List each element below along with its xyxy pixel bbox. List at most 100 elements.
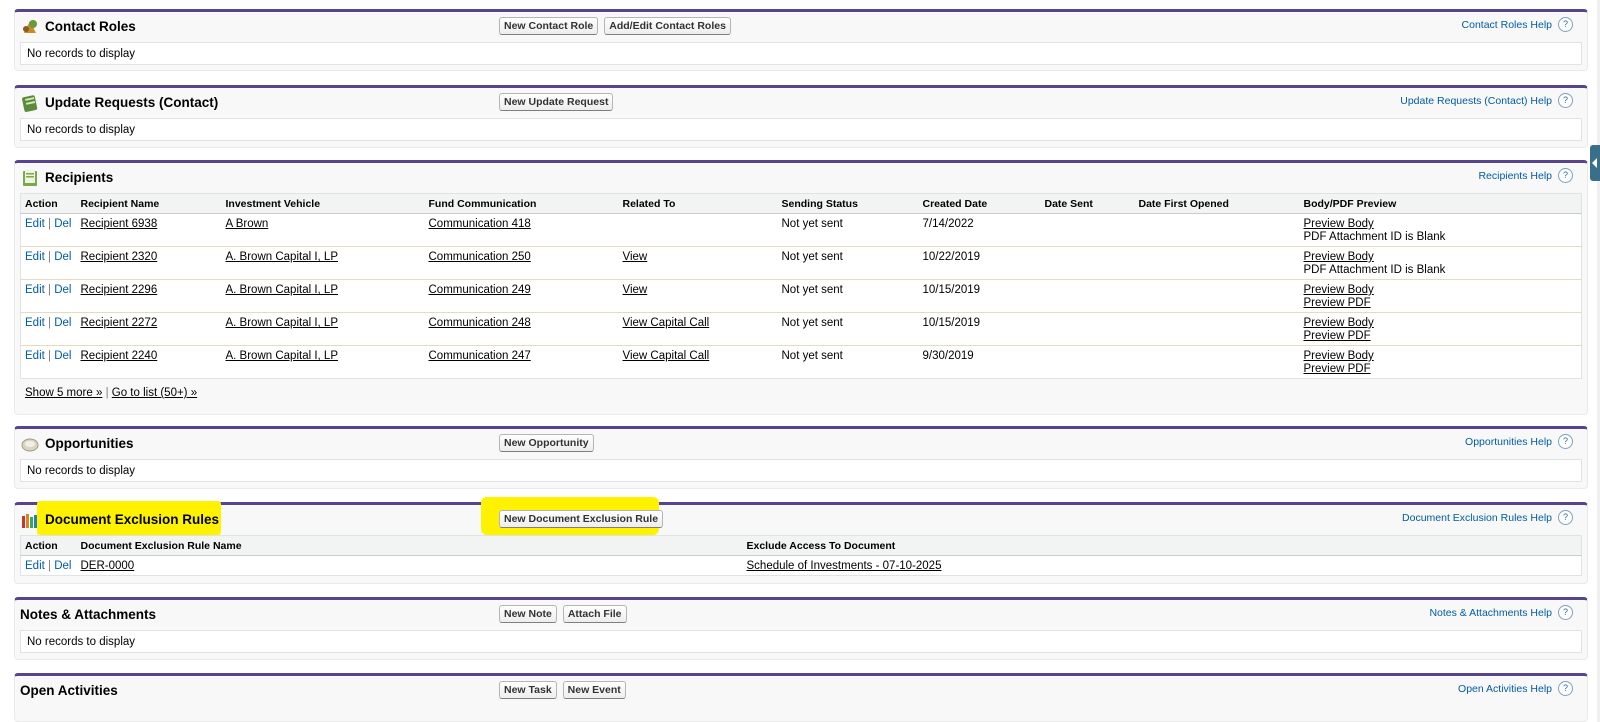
preview-cell: Preview Body Preview PDF bbox=[1300, 346, 1582, 379]
date-first-opened bbox=[1134, 213, 1300, 247]
column-header[interactable]: Body/PDF Preview bbox=[1299, 193, 1582, 214]
new-opportunity-button[interactable]: New Opportunity bbox=[499, 434, 594, 452]
go-to-list-link[interactable]: Go to list (50+) » bbox=[112, 387, 197, 399]
table-row: Edit | Del DER-0000 Schedule of Investme… bbox=[21, 556, 1582, 576]
del-link[interactable]: Del bbox=[54, 560, 71, 572]
open-activities-help-link[interactable]: Open Activities Help bbox=[1458, 683, 1552, 695]
help-icon[interactable]: ? bbox=[1558, 605, 1573, 620]
action-cell: Edit | Del bbox=[20, 213, 77, 247]
update-requests-help-link[interactable]: Update Requests (Contact) Help bbox=[1400, 95, 1552, 107]
preview-body-link[interactable]: Preview Body bbox=[1304, 317, 1374, 329]
help-icon[interactable]: ? bbox=[1558, 681, 1573, 696]
new-contact-role-button[interactable]: New Contact Role bbox=[499, 17, 599, 35]
del-link[interactable]: Del bbox=[54, 284, 71, 296]
del-link[interactable]: Del bbox=[54, 317, 71, 329]
help-icon[interactable]: ? bbox=[1558, 17, 1573, 32]
preview-body-link[interactable]: Preview Body bbox=[1304, 350, 1374, 362]
column-header[interactable]: Fund Communication bbox=[424, 193, 619, 214]
column-header[interactable]: Sending Status bbox=[777, 193, 919, 214]
preview-cell: Preview Body Preview PDF bbox=[1299, 312, 1582, 346]
investment-vehicle-link[interactable]: A. Brown Capital I, LP bbox=[226, 251, 339, 263]
related-to-link[interactable]: View bbox=[623, 284, 648, 296]
new-event-button[interactable]: New Event bbox=[562, 681, 626, 699]
recipient-name-link[interactable]: Recipient 6938 bbox=[81, 218, 158, 230]
contact-roles-section: Contact Roles New Contact Role Add/Edit … bbox=[14, 9, 1588, 71]
pdf-blank-note: PDF Attachment ID is Blank bbox=[1303, 231, 1446, 243]
help-icon[interactable]: ? bbox=[1558, 434, 1573, 449]
preview-body-link[interactable]: Preview Body bbox=[1304, 218, 1374, 230]
sidebar-collapse-tab[interactable] bbox=[1590, 145, 1600, 181]
action-cell: Edit | Del bbox=[20, 312, 77, 346]
fund-communication-link[interactable]: Communication 418 bbox=[429, 218, 531, 230]
column-header[interactable]: Related To bbox=[618, 193, 778, 214]
help-icon[interactable]: ? bbox=[1558, 510, 1573, 525]
contact-roles-title: Contact Roles bbox=[45, 19, 136, 34]
del-link[interactable]: Del bbox=[54, 350, 71, 362]
fund-communication-link[interactable]: Communication 250 bbox=[429, 251, 531, 263]
contact-roles-help-link[interactable]: Contact Roles Help bbox=[1462, 19, 1552, 31]
related-to-link[interactable]: View bbox=[623, 251, 648, 263]
recipient-name-link[interactable]: Recipient 2272 bbox=[81, 317, 158, 329]
notes-attachments-empty: No records to display bbox=[20, 630, 1582, 653]
action-separator: | bbox=[48, 560, 52, 572]
fund-communication-link[interactable]: Communication 248 bbox=[429, 317, 531, 329]
edit-link[interactable]: Edit bbox=[25, 560, 45, 572]
show-more-link[interactable]: Show 5 more » bbox=[25, 387, 102, 399]
investment-vehicle-link[interactable]: A. Brown Capital I, LP bbox=[226, 350, 339, 362]
exclusion-rules-help-link[interactable]: Document Exclusion Rules Help bbox=[1402, 512, 1552, 524]
opportunities-help-link[interactable]: Opportunities Help bbox=[1465, 436, 1552, 448]
exclusion-rules-title: Document Exclusion Rules bbox=[45, 512, 220, 527]
fund-communication-link[interactable]: Communication 247 bbox=[429, 350, 531, 362]
recipients-help-link[interactable]: Recipients Help bbox=[1478, 170, 1552, 182]
column-header[interactable]: Recipient Name bbox=[76, 193, 222, 214]
column-header[interactable]: Date Sent bbox=[1040, 193, 1135, 214]
edit-link[interactable]: Edit bbox=[25, 251, 45, 263]
preview-body-link[interactable]: Preview Body bbox=[1304, 251, 1374, 263]
preview-pdf-link[interactable]: Preview PDF bbox=[1304, 363, 1371, 375]
column-header[interactable]: Date First Opened bbox=[1134, 193, 1300, 214]
attach-file-button[interactable]: Attach File bbox=[562, 605, 627, 623]
recipient-name-link[interactable]: Recipient 2320 bbox=[81, 251, 158, 263]
column-header[interactable]: Created Date bbox=[918, 193, 1041, 214]
action-cell: Edit | Del bbox=[21, 556, 77, 576]
new-update-request-button[interactable]: New Update Request bbox=[499, 93, 614, 111]
edit-link[interactable]: Edit bbox=[25, 317, 45, 329]
investment-vehicle-link[interactable]: A Brown bbox=[226, 218, 269, 230]
new-document-exclusion-rule-button[interactable]: New Document Exclusion Rule bbox=[499, 510, 664, 528]
edit-link[interactable]: Edit bbox=[25, 218, 45, 230]
del-link[interactable]: Del bbox=[54, 218, 71, 230]
column-header[interactable]: Exclude Access To Document bbox=[742, 535, 1582, 556]
edit-link[interactable]: Edit bbox=[25, 350, 45, 362]
recipient-name-link[interactable]: Recipient 2296 bbox=[81, 284, 158, 296]
notes-attachments-help-link[interactable]: Notes & Attachments Help bbox=[1429, 607, 1552, 619]
recipient-name-link[interactable]: Recipient 2240 bbox=[81, 350, 158, 362]
rule-name-link[interactable]: DER-0000 bbox=[81, 560, 135, 572]
column-header[interactable]: Investment Vehicle bbox=[221, 193, 425, 214]
action-cell: Edit | Del bbox=[21, 346, 77, 379]
column-header[interactable]: Document Exclusion Rule Name bbox=[76, 535, 743, 556]
preview-body-link[interactable]: Preview Body bbox=[1304, 284, 1374, 296]
related-to-link[interactable]: View Capital Call bbox=[623, 317, 710, 329]
new-note-button[interactable]: New Note bbox=[499, 605, 557, 623]
related-to-cell: View bbox=[618, 246, 778, 280]
edit-link[interactable]: Edit bbox=[25, 284, 45, 296]
preview-pdf-link[interactable]: Preview PDF bbox=[1304, 330, 1371, 342]
new-task-button[interactable]: New Task bbox=[499, 681, 557, 699]
update-requests-section: Update Requests (Contact) New Update Req… bbox=[14, 85, 1588, 148]
investment-vehicle-link[interactable]: A. Brown Capital I, LP bbox=[226, 317, 339, 329]
action-cell: Edit | Del bbox=[20, 279, 77, 313]
investment-vehicle-link[interactable]: A. Brown Capital I, LP bbox=[226, 284, 339, 296]
exclusion-header-row: Action Document Exclusion Rule Name Excl… bbox=[20, 535, 1582, 556]
preview-pdf-link[interactable]: Preview PDF bbox=[1304, 297, 1371, 309]
created-date: 7/14/2022 bbox=[918, 213, 1041, 247]
table-row: Edit | Del Recipient 6938 A Brown Communica… bbox=[20, 213, 1582, 247]
excluded-document-link[interactable]: Schedule of Investments - 07-10-2025 bbox=[747, 560, 942, 572]
help-icon[interactable]: ? bbox=[1558, 93, 1573, 108]
recipients-header-row: Action Recipient Name Investment Vehicle… bbox=[20, 193, 1582, 214]
del-link[interactable]: Del bbox=[54, 251, 71, 263]
help-icon[interactable]: ? bbox=[1558, 168, 1573, 183]
related-to-link[interactable]: View Capital Call bbox=[623, 350, 710, 362]
date-sent bbox=[1040, 312, 1135, 346]
fund-communication-link[interactable]: Communication 249 bbox=[429, 284, 531, 296]
add-edit-contact-roles-button[interactable]: Add/Edit Contact Roles bbox=[604, 17, 731, 35]
